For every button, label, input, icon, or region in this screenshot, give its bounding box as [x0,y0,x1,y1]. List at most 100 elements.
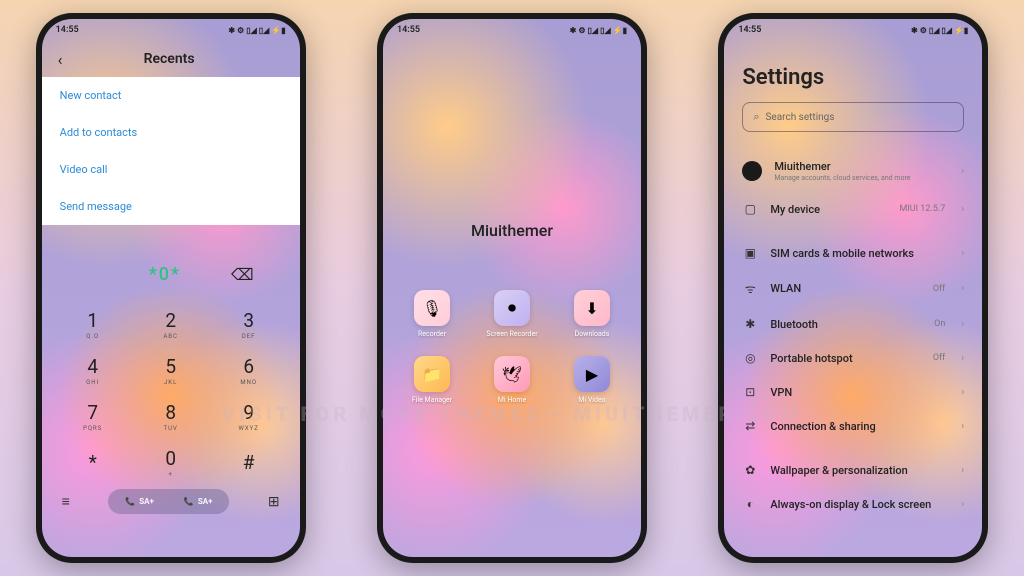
settings-list: Miuithemer Manage accounts, cloud servic… [724,142,982,529]
phone-frame-settings: 14:55 ✱ ⚙ ▯◢ ▯◢ ⚡▮ Settings ⌕ Search set… [718,13,988,563]
dialpad-key-2[interactable]: 2ABC [132,301,210,347]
app-file-manager[interactable]: 📁File Manager [397,356,467,404]
action-send-message[interactable]: Send message [42,188,300,225]
app-label: Screen Recorder [486,330,537,338]
app-icon-image: 🎙 [414,290,450,326]
chevron-right-icon: › [961,248,964,259]
dialed-number: *0* [149,264,181,285]
settings-header: Settings ⌕ Search settings [724,41,982,142]
key-digit: 6 [243,355,254,378]
key-letters: GHI [86,379,99,386]
chevron-right-icon: › [961,319,964,330]
search-input[interactable]: ⌕ Search settings [742,102,964,132]
app-icon-image: ▶ [574,356,610,392]
folder-title: Miuithemer [471,221,553,240]
setting-label: VPN [770,386,945,399]
settings-row-always-on-display-lock-screen[interactable]: ◐Always-on display & Lock screen› [724,487,982,521]
settings-row-wallpaper-personalization[interactable]: ✿Wallpaper & personalization› [724,453,982,487]
setting-label: WLAN [770,282,921,295]
home-screen[interactable]: Miuithemer 🎙 Recorder ⏺ Screen Recorder ⬇ Dow… [383,41,641,557]
settings-row-portable-hotspot[interactable]: ◎Portable hotspotOff› [724,341,982,375]
settings-row-my-device[interactable]: ▢My deviceMIUI 12.5.7› [724,192,982,226]
app-recorder[interactable]: 🎙 Recorder [397,290,467,338]
dial-display: *0* ⌫ [42,253,300,295]
action-new-contact[interactable]: New contact [42,77,300,114]
chevron-right-icon: › [961,499,964,510]
settings-account-row[interactable]: Miuithemer Manage accounts, cloud servic… [724,150,982,192]
chevron-right-icon: › [961,465,964,476]
setting-label: Portable hotspot [770,352,921,365]
call-sim2-button[interactable]: 📞 SA+ [170,492,227,511]
search-placeholder: Search settings [765,112,834,123]
phone-frame-home: 14:55 ✱ ⚙ ▯◢ ▯◢ ⚡▮ Miuithemer 🎙 Recorder ⏺… [377,13,647,563]
chevron-right-icon: › [961,204,964,215]
key-letters: + [168,471,172,478]
status-bar: 14:55 ✱ ⚙ ▯◢ ▯◢ ⚡▮ [42,19,300,41]
app-icon-image: ⬇ [574,290,610,326]
status-icons: ✱ ⚙ ▯◢ ▯◢ ⚡▮ [911,26,968,35]
setting-label: Always-on display & Lock screen [770,498,945,511]
page-title: Settings [742,65,964,90]
search-icon: ⌕ [753,110,759,124]
dialpad-key-4[interactable]: 4GHI [54,347,132,393]
status-time: 14:55 [56,25,79,35]
key-digit: * [89,451,97,474]
call-sim1-button[interactable]: 📞 SA+ [111,492,168,511]
app-label: Recorder [418,330,446,338]
status-time: 14:55 [397,25,420,35]
dialpad-key-1[interactable]: 1Q.O [54,301,132,347]
setting-icon: ▣ [742,246,758,260]
status-bar: 14:55 ✱ ⚙ ▯◢ ▯◢ ⚡▮ [383,19,641,41]
settings-row-sim-cards-mobile-networks[interactable]: ▣ SIM cards & mobile networks › [724,236,982,270]
setting-label: SIM cards & mobile networks [770,247,945,260]
chevron-right-icon: › [961,283,964,294]
dialpad-key-5[interactable]: 5JKL [132,347,210,393]
setting-icon: ✱ [742,317,758,331]
status-time: 14:55 [738,25,761,35]
setting-icon: ⊡ [742,385,758,399]
backspace-icon[interactable]: ⌫ [231,265,254,284]
settings-row-wlan[interactable]: ᯤ WLAN Off › [724,270,982,307]
app-label: Downloads [575,330,610,338]
page-title: Recents [74,51,263,67]
app-mi-home[interactable]: 🕊Mi Home [477,356,547,404]
chevron-right-icon: › [961,387,964,398]
app-downloads[interactable]: ⬇ Downloads [557,290,627,338]
app-grid: 🎙 Recorder ⏺ Screen Recorder ⬇ Downloads 📁File… [397,290,627,405]
watermark: VISIT FOR MORE THEMES - MIUITHEMER.COM [0,402,1024,426]
key-digit: 1 [87,309,98,332]
setting-label: My device [770,203,887,216]
setting-label: Wallpaper & personalization [770,464,945,477]
setting-label: Bluetooth [770,318,922,331]
avatar-icon [742,161,762,181]
status-icons: ✱ ⚙ ▯◢ ▯◢ ⚡▮ [570,26,627,35]
key-digit: 5 [165,355,176,378]
status-bar: 14:55 ✱ ⚙ ▯◢ ▯◢ ⚡▮ [724,19,982,41]
dialpad-key-*[interactable]: * [54,439,132,485]
menu-icon[interactable]: ≡ [62,493,70,510]
key-letters: DEF [242,333,256,340]
dialpad-key-3[interactable]: 3DEF [210,301,288,347]
dialpad-key-#[interactable]: # [210,439,288,485]
key-letters: ABC [163,333,178,340]
action-add-to-contacts[interactable]: Add to contacts [42,114,300,151]
setting-icon: ᯤ [742,280,758,297]
app-icon-image: ⏺ [494,290,530,326]
key-letters: JKL [164,379,177,386]
setting-value: Off [933,284,945,294]
settings-row-bluetooth[interactable]: ✱BluetoothOn› [724,307,982,341]
account-name: Miuithemer [774,160,945,173]
setting-value: MIUI 12.5.7 [899,204,945,214]
dialpad-key-0[interactable]: 0+ [132,439,210,485]
status-icons: ✱ ⚙ ▯◢ ▯◢ ⚡▮ [228,26,285,35]
app-mi-video[interactable]: ▶Mi Video [557,356,627,404]
header-recents: ‹ Recents [42,41,300,77]
app-screen-recorder[interactable]: ⏺ Screen Recorder [477,290,547,338]
key-letters: Q.O [86,333,99,340]
key-digit: 3 [243,309,254,332]
action-video-call[interactable]: Video call [42,151,300,188]
dialpad-key-6[interactable]: 6MNO [210,347,288,393]
back-icon[interactable]: ‹ [58,50,63,69]
dialpad-toggle-icon[interactable]: ⊞ [268,494,280,510]
app-icon-image: 📁 [414,356,450,392]
